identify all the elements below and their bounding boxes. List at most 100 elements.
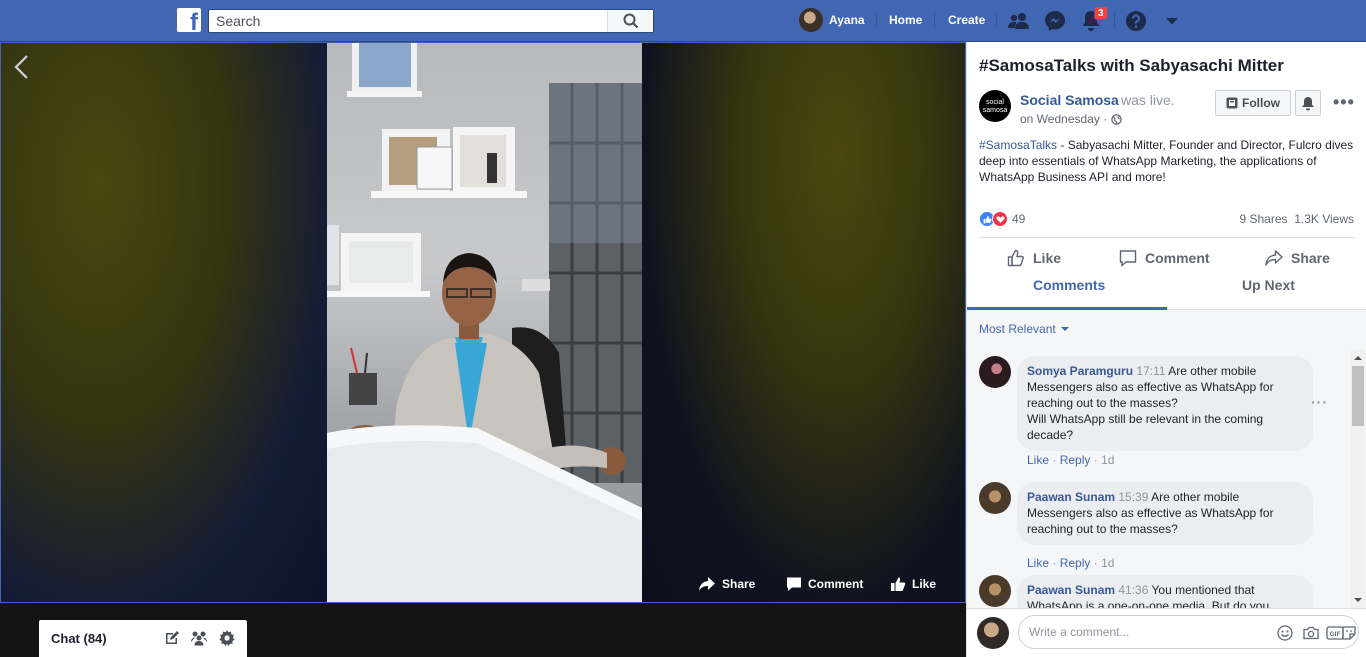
comment-timestamp[interactable]: 17:11 <box>1136 364 1165 378</box>
comment-reply-link[interactable]: Reply <box>1060 453 1091 467</box>
video-share-button[interactable]: Share <box>698 574 755 594</box>
top-navigation-bar: f Ayana Home Create 3 <box>0 0 1366 42</box>
share-label: Share <box>1291 250 1330 266</box>
user-name: Ayana <box>829 13 865 27</box>
video-like-button[interactable]: Like <box>890 574 936 594</box>
search-button[interactable] <box>607 10 653 32</box>
create-group-icon[interactable] <box>190 629 208 647</box>
comment-actions: Like · Reply · 1d <box>1027 556 1115 570</box>
help-icon[interactable] <box>1124 9 1148 33</box>
write-comment-area: GIF <box>967 608 1366 657</box>
thumbs-up-outline-icon <box>1007 249 1024 267</box>
comment-like-link[interactable]: Like <box>1027 556 1049 570</box>
reactions-summary[interactable]: 49 <box>979 210 1025 228</box>
globe-privacy-icon <box>1110 113 1122 125</box>
comment-author[interactable]: Paawan Sunam <box>1027 490 1115 504</box>
avatar <box>799 8 823 32</box>
post-options-more-icon[interactable]: ••• <box>1333 92 1355 113</box>
post-description: #SamosaTalks - Sabyasachi Mitter, Founde… <box>979 137 1359 185</box>
messenger-icon[interactable] <box>1043 9 1067 33</box>
commenter-avatar[interactable] <box>979 482 1011 514</box>
video-blur-left <box>1 43 327 602</box>
hashtag-link[interactable]: #SamosaTalks <box>979 138 1057 152</box>
emoji-icon[interactable] <box>1277 625 1293 641</box>
scroll-down-arrow-icon <box>1354 598 1362 602</box>
comment-button[interactable]: Comment <box>1119 248 1210 268</box>
caret-down-icon <box>1060 327 1069 331</box>
profile-link[interactable]: Ayana <box>799 8 865 32</box>
video-comment-button[interactable]: Comment <box>786 574 863 594</box>
svg-text:GIF: GIF <box>1330 631 1341 638</box>
comment-reply-link[interactable]: Reply <box>1060 556 1091 570</box>
video-frame[interactable] <box>0 42 966 603</box>
comment-timestamp[interactable]: 41:36 <box>1118 583 1148 597</box>
post-date-text[interactable]: on Wednesday <box>1020 112 1100 126</box>
page-avatar[interactable]: social samosa <box>979 90 1011 122</box>
comment-timestamp[interactable]: 15:39 <box>1118 490 1148 504</box>
notification-badge: 3 <box>1094 6 1108 20</box>
scrollbar-thumb[interactable] <box>1352 366 1364 426</box>
chat-settings-gear-icon[interactable] <box>218 629 236 647</box>
search-box <box>208 9 654 33</box>
tab-comments[interactable]: Comments <box>1033 277 1105 293</box>
video-content <box>327 43 642 602</box>
comment-bubble-icon <box>787 577 801 591</box>
follow-label: Follow <box>1242 96 1280 110</box>
camera-icon[interactable] <box>1302 625 1320 641</box>
comment-options-more-icon[interactable]: ··· <box>1311 394 1328 410</box>
comment-actions: Like · Reply · 1d <box>1027 453 1115 467</box>
create-link[interactable]: Create <box>948 13 985 27</box>
comment-label: Comment <box>1145 250 1210 266</box>
follow-rss-icon <box>1226 97 1238 109</box>
avatar <box>977 617 1009 649</box>
comment-sort-dropdown[interactable]: Most Relevant <box>979 322 1070 336</box>
comment-text-line2: Will WhatsApp still be relevant in the c… <box>1027 412 1264 442</box>
comment-author[interactable]: Paawan Sunam <box>1027 583 1115 597</box>
comments-scrollbar[interactable] <box>1351 350 1365 608</box>
comment-composer: GIF <box>1018 615 1359 649</box>
facebook-logo[interactable]: f <box>177 8 201 32</box>
commenter-avatar[interactable] <box>979 575 1011 607</box>
shares-count[interactable]: 9 Shares <box>1239 212 1287 226</box>
like-button[interactable]: Like <box>1007 248 1061 268</box>
video-scene-image <box>327 43 642 602</box>
tab-up-next[interactable]: Up Next <box>1242 277 1295 293</box>
video-blur-right <box>642 43 965 602</box>
previous-arrow-icon[interactable] <box>11 53 31 81</box>
home-link[interactable]: Home <box>889 13 922 27</box>
search-input[interactable] <box>209 10 609 32</box>
date-separator: · <box>1103 112 1108 126</box>
comments-list: Most Relevant Somya Paramguru 17:11 Are … <box>967 310 1366 608</box>
like-label: Like <box>1033 250 1062 266</box>
notify-button[interactable] <box>1295 90 1321 116</box>
live-status-text: was live. <box>1121 92 1175 108</box>
sticker-icon[interactable] <box>1341 625 1357 641</box>
chat-sidebar-bar[interactable]: Chat (84) <box>39 620 247 657</box>
post-stats: 9 Shares 1.3K Views <box>1239 212 1354 226</box>
comment-author[interactable]: Somya Paramguru <box>1027 364 1133 378</box>
comment-input[interactable] <box>1029 616 1269 648</box>
new-message-icon[interactable] <box>163 629 181 647</box>
bell-icon <box>1302 96 1314 110</box>
nav-divider <box>876 12 877 28</box>
search-icon <box>623 13 638 29</box>
comment-like-link[interactable]: Like <box>1027 453 1049 467</box>
comment-bubble: Somya Paramguru 17:11 Are other mobile M… <box>1017 356 1313 451</box>
comment-bubble: Paawan Sunam 15:39 Are other mobile Mess… <box>1017 482 1313 545</box>
commenter-avatar[interactable] <box>979 356 1011 388</box>
share-button[interactable]: Share <box>1265 248 1330 268</box>
page-logo-text: social samosa <box>982 99 1008 114</box>
follow-button[interactable]: Follow <box>1215 90 1291 116</box>
nav-divider <box>996 12 997 28</box>
reactions-count: 49 <box>1012 212 1026 226</box>
post-date: on Wednesday · <box>1020 112 1122 126</box>
page-name-link[interactable]: Social Samosa <box>1020 92 1119 108</box>
share-outline-icon <box>1265 250 1283 266</box>
video-comment-label: Comment <box>808 577 864 591</box>
comment-age: 1d <box>1101 453 1115 467</box>
nav-divider <box>934 12 935 28</box>
account-menu-chevron-down-icon[interactable] <box>1160 9 1184 33</box>
video-like-label: Like <box>912 577 937 591</box>
comment-age: 1d <box>1101 556 1115 570</box>
friend-requests-icon[interactable] <box>1007 9 1031 33</box>
